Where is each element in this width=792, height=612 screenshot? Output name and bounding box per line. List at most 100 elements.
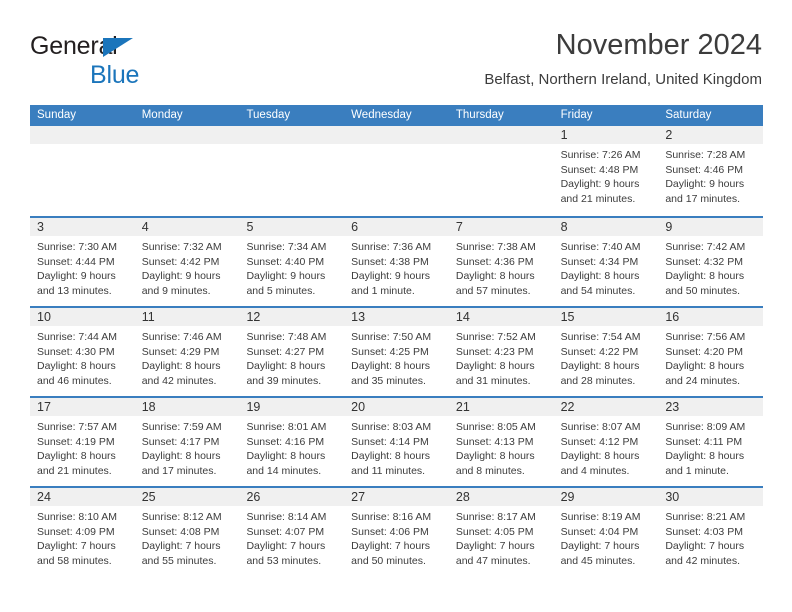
day-details: Sunrise: 7:50 AM Sunset: 4:25 PM Daylight:… [344, 326, 449, 388]
calendar-day-cell[interactable]: 9 Sunrise: 7:42 AM Sunset: 4:32 PM Daylight… [658, 218, 764, 306]
daylight-text-line1: Daylight: 7 hours [455, 540, 535, 552]
calendar-week-row: 3 Sunrise: 7:30 AM Sunset: 4:44 PM Daylight… [30, 216, 764, 306]
calendar-day-cell[interactable]: 16 Sunrise: 7:56 AM Sunset: 4:20 PM Dayligh… [658, 308, 764, 396]
daylight-text-line2: and 17 minutes. [665, 192, 741, 205]
day-number: 4 [141, 220, 149, 234]
sunset-text: Sunset: 4:34 PM [560, 255, 639, 268]
calendar-day-cell[interactable]: 27 Sunrise: 8:16 AM Sunset: 4:06 PM Dayligh… [344, 488, 449, 576]
day-number-band: 23 [658, 398, 764, 416]
day-number: 5 [246, 220, 254, 234]
calendar-day-empty [448, 126, 554, 216]
day-details: Sunrise: 7:40 AM Sunset: 4:34 PM Daylight:… [554, 236, 659, 298]
daylight-text-line1: Daylight: 8 hours [141, 360, 221, 372]
sunrise-text: Sunrise: 8:05 AM [455, 421, 536, 433]
calendar-day-cell[interactable]: 28 Sunrise: 8:17 AM Sunset: 4:05 PM Dayligh… [448, 488, 554, 576]
calendar-day-cell[interactable]: 25 Sunrise: 8:12 AM Sunset: 4:08 PM Dayligh… [134, 488, 240, 576]
calendar-day-cell[interactable]: 20 Sunrise: 8:03 AM Sunset: 4:14 PM Dayligh… [344, 398, 449, 486]
day-number-band [448, 126, 554, 144]
day-number: 25 [141, 490, 156, 504]
calendar-day-cell[interactable]: 19 Sunrise: 8:01 AM Sunset: 4:16 PM Dayligh… [239, 398, 345, 486]
sunrise-text: Sunrise: 8:12 AM [141, 511, 222, 523]
day-details: Sunrise: 8:16 AM Sunset: 4:06 PM Daylight:… [344, 506, 449, 568]
day-number-band: 9 [658, 218, 764, 236]
general-blue-logo[interactable]: General Blue [30, 34, 230, 88]
day-details: Sunrise: 7:57 AM Sunset: 4:19 PM Daylight:… [30, 416, 135, 478]
day-number-band: 20 [344, 398, 449, 416]
day-number-band: 11 [134, 308, 240, 326]
sunrise-text: Sunrise: 7:26 AM [560, 149, 641, 161]
sunset-text: Sunset: 4:20 PM [665, 345, 743, 358]
calendar-day-cell[interactable]: 21 Sunrise: 8:05 AM Sunset: 4:13 PM Dayligh… [448, 398, 554, 486]
calendar-day-cell[interactable]: 5 Sunrise: 7:34 AM Sunset: 4:40 PM Daylight… [239, 218, 345, 306]
daylight-text-line2: and 53 minutes. [246, 554, 322, 567]
sunrise-text: Sunrise: 8:14 AM [246, 511, 327, 523]
sunrise-text: Sunrise: 8:03 AM [351, 421, 432, 433]
day-number-band: 29 [553, 488, 659, 506]
calendar-day-cell[interactable]: 18 Sunrise: 7:59 AM Sunset: 4:17 PM Dayligh… [134, 398, 240, 486]
day-number: 13 [351, 310, 366, 324]
daylight-text-line1: Daylight: 9 hours [665, 178, 745, 190]
daylight-text-line2: and 11 minutes. [351, 464, 426, 477]
sunset-text: Sunset: 4:29 PM [141, 345, 220, 358]
sunrise-text: Sunrise: 7:50 AM [351, 331, 432, 343]
daylight-text-line1: Daylight: 8 hours [560, 270, 640, 282]
calendar-day-cell[interactable]: 13 Sunrise: 7:50 AM Sunset: 4:25 PM Dayligh… [344, 308, 449, 396]
daylight-text-line1: Daylight: 8 hours [665, 270, 745, 282]
daylight-text-line2: and 21 minutes. [37, 464, 112, 477]
calendar-day-cell[interactable]: 6 Sunrise: 7:36 AM Sunset: 4:38 PM Daylight… [344, 218, 449, 306]
daylight-text-line1: Daylight: 7 hours [246, 540, 326, 552]
calendar-day-cell[interactable]: 1 Sunrise: 7:26 AM Sunset: 4:48 PM Daylight… [553, 126, 659, 216]
day-details: Sunrise: 7:32 AM Sunset: 4:42 PM Daylight:… [135, 236, 240, 298]
sunrise-text: Sunrise: 8:09 AM [665, 421, 746, 433]
day-number-band: 22 [553, 398, 659, 416]
day-details: Sunrise: 7:56 AM Sunset: 4:20 PM Daylight:… [658, 326, 763, 388]
daylight-text-line2: and 35 minutes. [351, 374, 426, 387]
day-number: 17 [37, 400, 51, 414]
daylight-text-line2: and 4 minutes. [560, 464, 630, 477]
calendar-day-cell[interactable]: 11 Sunrise: 7:46 AM Sunset: 4:29 PM Dayligh… [134, 308, 240, 396]
sunset-text: Sunset: 4:16 PM [246, 435, 325, 448]
day-details: Sunrise: 8:03 AM Sunset: 4:14 PM Daylight:… [344, 416, 449, 478]
sunrise-text: Sunrise: 7:32 AM [141, 241, 222, 253]
weekday-header-thursday: Thursday [455, 109, 504, 121]
weekday-header-tuesday: Tuesday [246, 109, 291, 121]
sunset-text: Sunset: 4:07 PM [246, 525, 325, 538]
calendar-week-row: 10 Sunrise: 7:44 AM Sunset: 4:30 PM Dayligh… [30, 306, 764, 396]
calendar-day-cell[interactable]: 12 Sunrise: 7:48 AM Sunset: 4:27 PM Dayligh… [239, 308, 345, 396]
calendar-day-cell[interactable]: 29 Sunrise: 8:19 AM Sunset: 4:04 PM Dayligh… [553, 488, 659, 576]
calendar-day-cell[interactable]: 30 Sunrise: 8:21 AM Sunset: 4:03 PM Dayligh… [658, 488, 764, 576]
sunrise-text: Sunrise: 7:34 AM [246, 241, 327, 253]
day-number-band [344, 126, 449, 144]
calendar-day-cell[interactable]: 17 Sunrise: 7:57 AM Sunset: 4:19 PM Dayligh… [30, 398, 135, 486]
day-number-band: 2 [658, 126, 764, 144]
calendar-day-empty [134, 126, 240, 216]
calendar-day-cell[interactable]: 23 Sunrise: 8:09 AM Sunset: 4:11 PM Dayligh… [658, 398, 764, 486]
daylight-text-line1: Daylight: 7 hours [37, 540, 116, 552]
day-number-band: 25 [134, 488, 240, 506]
calendar-day-cell[interactable]: 7 Sunrise: 7:38 AM Sunset: 4:36 PM Daylight… [448, 218, 554, 306]
day-number-band: 14 [448, 308, 554, 326]
calendar-day-cell[interactable]: 15 Sunrise: 7:54 AM Sunset: 4:22 PM Dayligh… [553, 308, 659, 396]
calendar-day-cell[interactable]: 14 Sunrise: 7:52 AM Sunset: 4:23 PM Dayligh… [448, 308, 554, 396]
calendar-day-cell[interactable]: 26 Sunrise: 8:14 AM Sunset: 4:07 PM Dayligh… [239, 488, 345, 576]
calendar-day-cell[interactable]: 8 Sunrise: 7:40 AM Sunset: 4:34 PM Daylight… [553, 218, 659, 306]
day-details: Sunrise: 7:42 AM Sunset: 4:32 PM Daylight:… [658, 236, 763, 298]
day-number-band: 19 [239, 398, 345, 416]
calendar-day-cell[interactable]: 3 Sunrise: 7:30 AM Sunset: 4:44 PM Daylight… [30, 218, 135, 306]
sunrise-text: Sunrise: 7:40 AM [560, 241, 641, 253]
day-number: 30 [665, 490, 680, 504]
calendar-day-cell[interactable]: 22 Sunrise: 8:07 AM Sunset: 4:12 PM Dayligh… [553, 398, 659, 486]
sunset-text: Sunset: 4:27 PM [246, 345, 325, 358]
daylight-text-line1: Daylight: 8 hours [665, 360, 745, 372]
sunrise-text: Sunrise: 8:10 AM [37, 511, 117, 523]
day-number: 1 [560, 128, 568, 142]
daylight-text-line2: and 46 minutes. [37, 374, 112, 387]
calendar-day-cell[interactable]: 24 Sunrise: 8:10 AM Sunset: 4:09 PM Dayligh… [30, 488, 135, 576]
day-details: Sunrise: 8:10 AM Sunset: 4:09 PM Daylight:… [30, 506, 135, 568]
daylight-text-line1: Daylight: 8 hours [246, 450, 326, 462]
calendar-day-cell[interactable]: 10 Sunrise: 7:44 AM Sunset: 4:30 PM Dayligh… [30, 308, 135, 396]
calendar-day-cell[interactable]: 2 Sunrise: 7:28 AM Sunset: 4:46 PM Daylight… [658, 126, 764, 216]
calendar-day-cell[interactable]: 4 Sunrise: 7:32 AM Sunset: 4:42 PM Daylight… [134, 218, 240, 306]
day-number: 28 [455, 490, 470, 504]
daylight-text-line2: and 31 minutes. [455, 374, 531, 387]
